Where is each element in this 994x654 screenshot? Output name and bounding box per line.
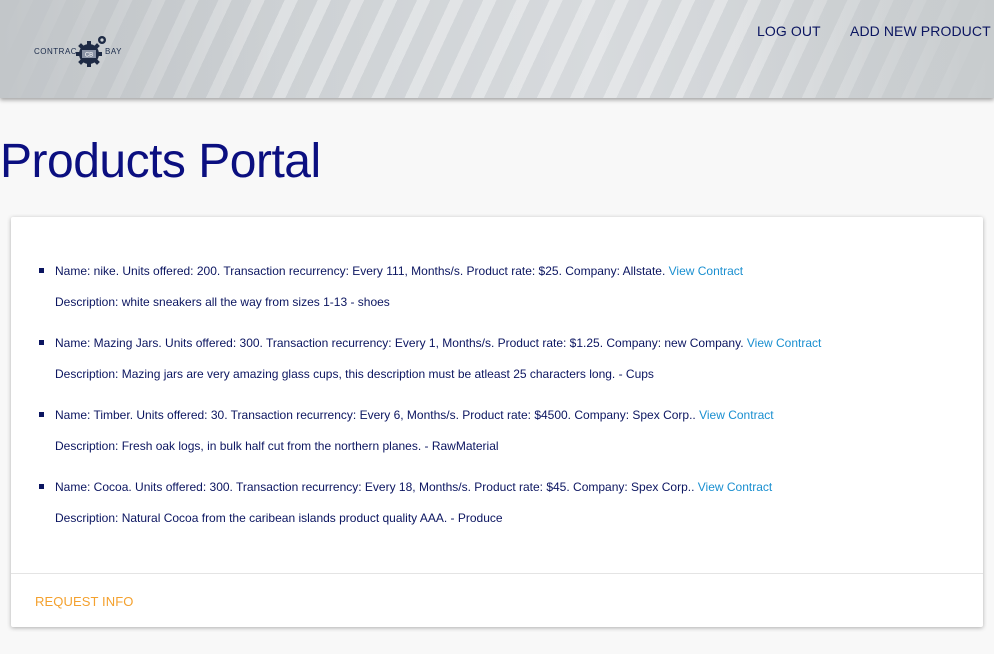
request-info-button[interactable]: REQUEST INFO bbox=[35, 594, 133, 609]
logo-text-left: CONTRAC bbox=[34, 47, 78, 56]
view-contract-link[interactable]: View Contract bbox=[698, 480, 772, 494]
logo-badge-text: CB bbox=[85, 53, 93, 59]
product-description: Description: Mazing jars are very amazin… bbox=[55, 367, 654, 381]
view-contract-link[interactable]: View Contract bbox=[747, 336, 821, 350]
view-contract-link[interactable]: View Contract bbox=[699, 408, 773, 422]
logo-text-right: BAY bbox=[105, 47, 122, 56]
product-summary-line: Name: Timber. Units offered: 30. Transac… bbox=[55, 408, 774, 422]
product-summary: Name: Mazing Jars. Units offered: 300. T… bbox=[55, 336, 744, 350]
view-contract-link[interactable]: View Contract bbox=[669, 264, 743, 278]
bullet-icon bbox=[39, 268, 44, 273]
product-summary: Name: Cocoa. Units offered: 300. Transac… bbox=[55, 480, 695, 494]
top-app-bar: CONTRAC CB BAY LOG OUT ADD NEW PRODUCT bbox=[0, 0, 994, 98]
bullet-icon bbox=[39, 340, 44, 345]
bullet-icon bbox=[39, 412, 44, 417]
logout-button[interactable]: LOG OUT bbox=[757, 23, 821, 39]
product-description: Description: white sneakers all the way … bbox=[55, 295, 390, 309]
contracbay-logo[interactable]: CONTRAC CB BAY bbox=[33, 30, 129, 70]
add-new-product-button[interactable]: ADD NEW PRODUCT bbox=[850, 23, 991, 39]
page-title: Products Portal bbox=[0, 135, 321, 188]
card-divider bbox=[11, 573, 983, 574]
product-summary: Name: Timber. Units offered: 30. Transac… bbox=[55, 408, 696, 422]
product-summary-line: Name: Cocoa. Units offered: 300. Transac… bbox=[55, 480, 772, 494]
product-summary-line: Name: Mazing Jars. Units offered: 300. T… bbox=[55, 336, 821, 350]
product-description: Description: Natural Cocoa from the cari… bbox=[55, 511, 503, 525]
bullet-icon bbox=[39, 484, 44, 489]
product-summary: Name: nike. Units offered: 200. Transact… bbox=[55, 264, 666, 278]
product-summary-line: Name: nike. Units offered: 200. Transact… bbox=[55, 264, 743, 278]
gear-logo-icon: CB bbox=[76, 36, 106, 67]
product-description: Description: Fresh oak logs, in bulk hal… bbox=[55, 439, 499, 453]
products-card: Name: nike. Units offered: 200. Transact… bbox=[11, 217, 983, 627]
